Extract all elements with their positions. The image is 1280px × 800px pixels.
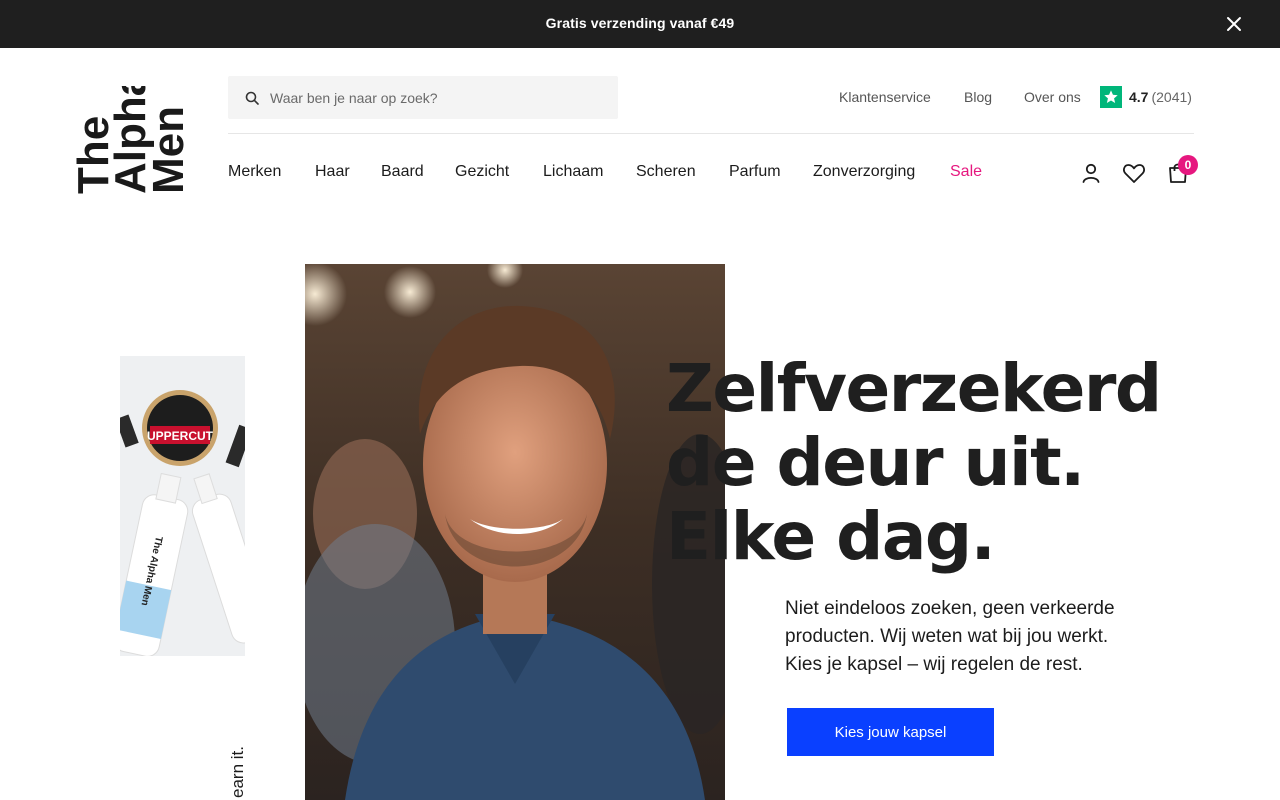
body-line-1: Niet eindeloos zoeken, geen verkeerde xyxy=(785,598,1115,619)
logo[interactable]: The Alpha Men xyxy=(69,71,193,196)
heart-icon[interactable] xyxy=(1121,160,1147,186)
nav-item-zonverzorging[interactable]: Zonverzorging xyxy=(813,163,915,181)
headline-line-3: Elke dag. xyxy=(666,498,996,575)
nav-item-lichaam[interactable]: Lichaam xyxy=(543,163,603,181)
logo-line-men: Men xyxy=(144,106,188,194)
announcement-bar: Gratis verzending vanaf €49 xyxy=(0,0,1280,48)
search-bar[interactable] xyxy=(228,76,618,119)
trustpilot-rating[interactable]: 4.7 (2041) xyxy=(1100,86,1192,108)
close-icon[interactable] xyxy=(1224,14,1244,34)
trustpilot-star-icon xyxy=(1100,86,1122,108)
hero-photo xyxy=(305,264,725,800)
body-line-3: Kies je kapsel – wij regelen de rest. xyxy=(785,654,1083,675)
nav-item-gezicht[interactable]: Gezicht xyxy=(455,163,509,181)
rating-count: (2041) xyxy=(1151,89,1192,105)
nav-item-sale[interactable]: Sale xyxy=(950,163,982,181)
search-icon xyxy=(245,91,259,105)
headline-line-1: Zelfverzekerd xyxy=(666,350,1162,427)
rating-score: 4.7 xyxy=(1129,89,1149,105)
announcement-text: Gratis verzending vanaf €49 xyxy=(545,15,735,31)
header-divider xyxy=(228,133,1194,134)
link-klantenservice[interactable]: Klantenservice xyxy=(839,89,931,105)
link-over-ons[interactable]: Over ons xyxy=(1024,89,1081,105)
hero-body-text: Niet eindeloos zoeken, geen verkeerde pr… xyxy=(785,595,1185,679)
product-label: UPPERCUT xyxy=(147,429,214,443)
hero-headline: Zelfverzekerd de deur uit. Elke dag. xyxy=(666,352,1266,574)
cart-count-badge: 0 xyxy=(1178,155,1198,175)
nav-item-parfum[interactable]: Parfum xyxy=(729,163,781,181)
choose-hairstyle-button[interactable]: Kies jouw kapsel xyxy=(787,708,994,756)
nav-item-merken[interactable]: Merken xyxy=(228,163,281,181)
account-icon[interactable] xyxy=(1078,160,1104,186)
tagline-text: earn it. xyxy=(228,746,247,798)
vertical-tagline: earn it. xyxy=(228,734,248,800)
nav-item-baard[interactable]: Baard xyxy=(381,163,424,181)
search-input[interactable] xyxy=(270,76,600,119)
link-blog[interactable]: Blog xyxy=(964,89,992,105)
body-line-2: producten. Wij weten wat bij jou werkt. xyxy=(785,626,1109,647)
nav-item-haar[interactable]: Haar xyxy=(315,163,350,181)
nav-item-scheren[interactable]: Scheren xyxy=(636,163,696,181)
product-image: UPPERCUT The Alpha Men xyxy=(120,356,245,656)
headline-line-2: de deur uit. xyxy=(666,424,1085,501)
